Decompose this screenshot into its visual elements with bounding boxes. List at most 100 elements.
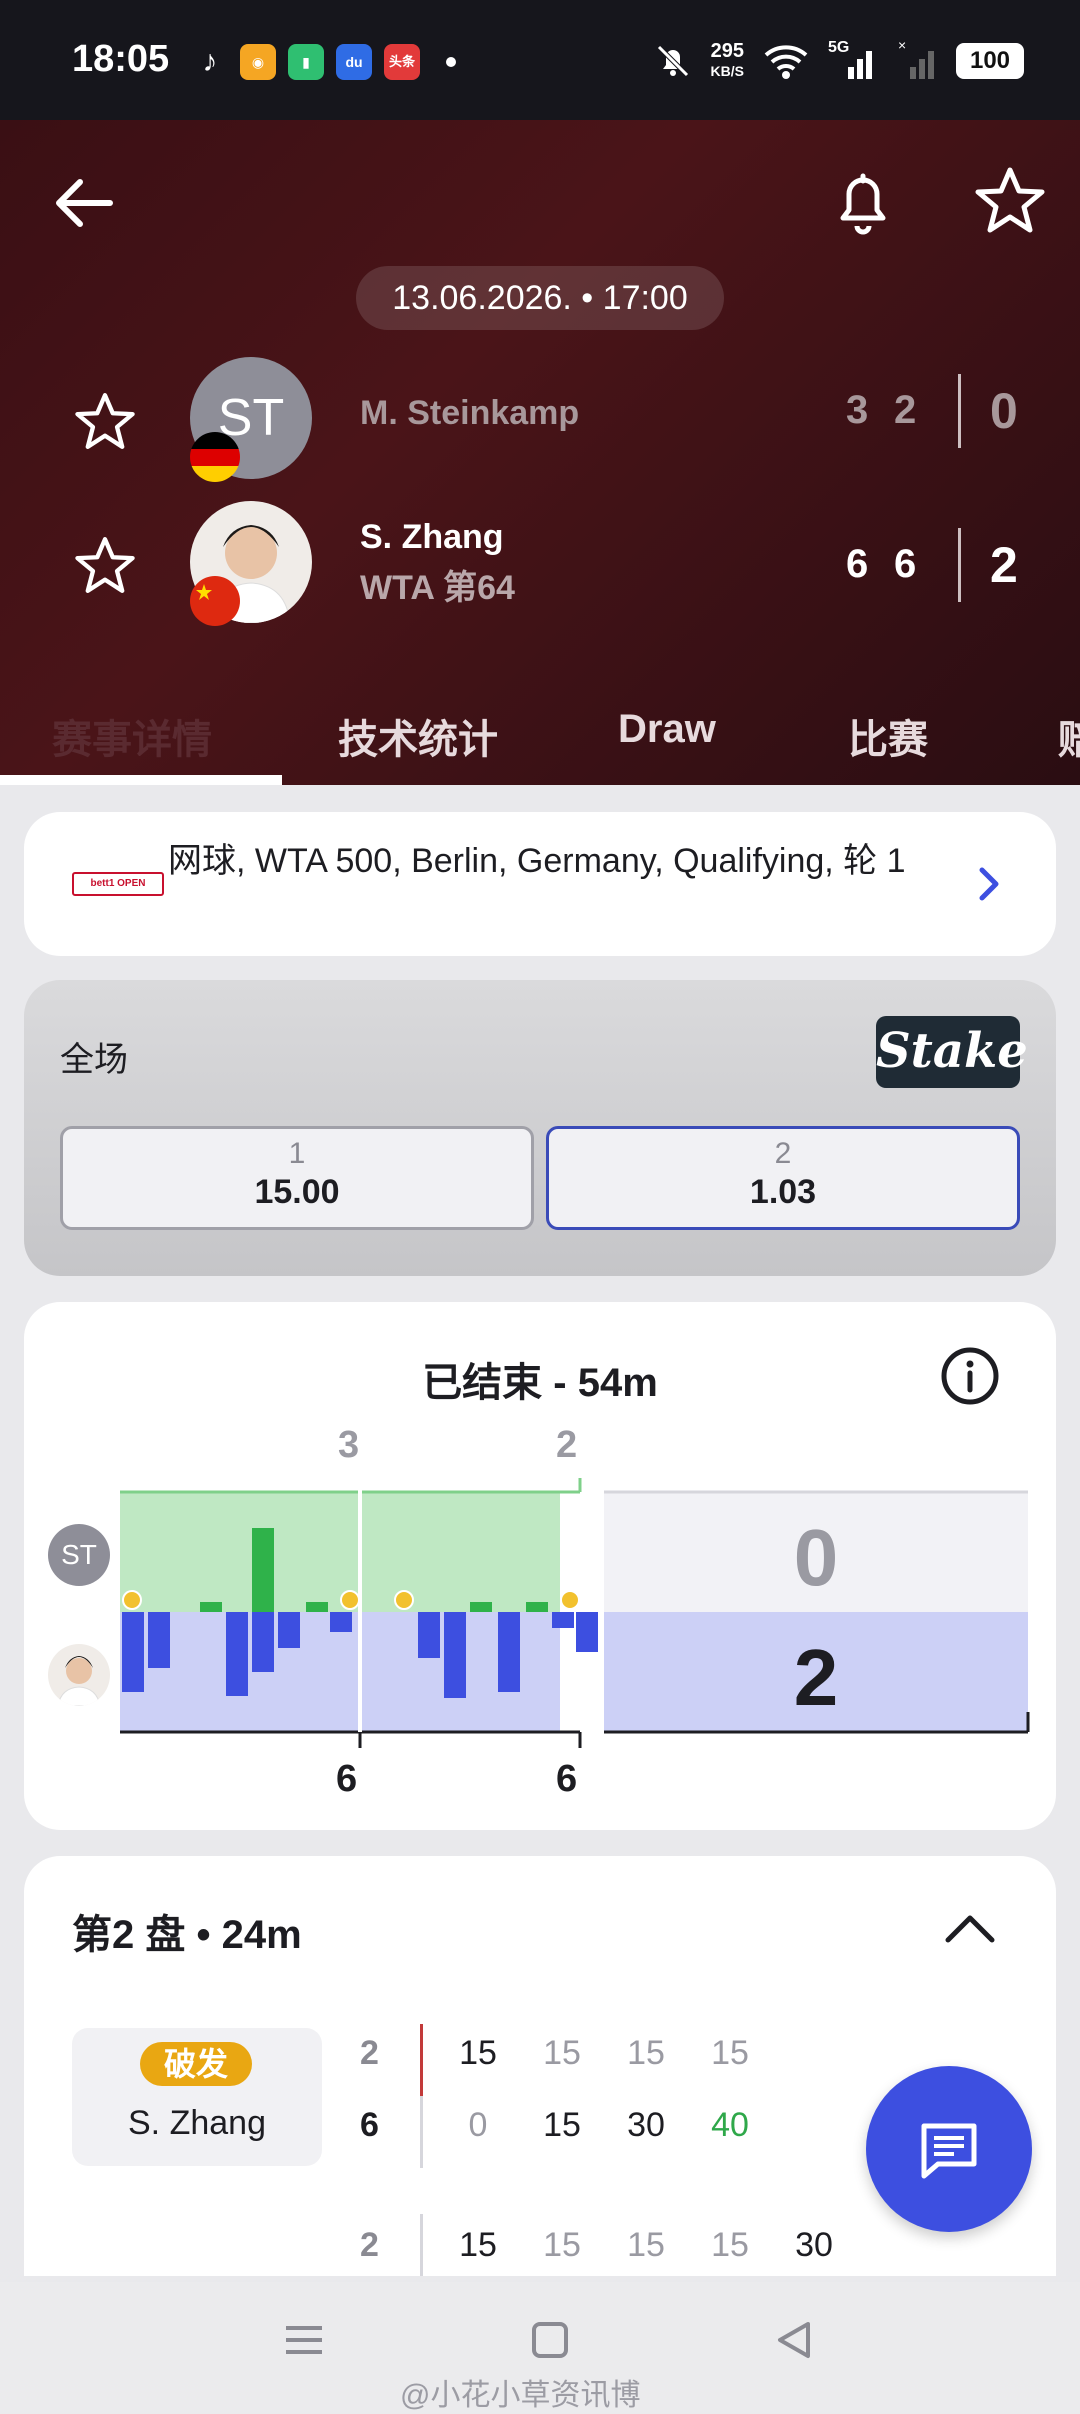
break-marker-icon <box>560 1590 580 1610</box>
momentum-bar <box>306 1602 328 1612</box>
more-dot-icon <box>446 57 456 67</box>
momentum-bar <box>418 1612 440 1658</box>
net-speed: 295 KB/S <box>710 40 744 79</box>
bookmaker-logo[interactable]: Stake <box>876 1016 1028 1088</box>
set1-player2-score: 6 <box>336 1758 358 1800</box>
status-bar: 18:05 ♪ ◉ ▮ du 头条 295 KB/S 5G × 100 <box>0 0 1080 120</box>
point-score: 15 <box>459 2034 497 2072</box>
break-marker-icon <box>340 1590 360 1610</box>
home-icon[interactable] <box>528 2318 572 2362</box>
chevron-right-icon <box>979 867 999 901</box>
tab-odds[interactable]: 赔 <box>1058 707 1080 765</box>
set2-player2-score: 6 <box>556 1758 578 1800</box>
tab-draw[interactable]: Draw <box>618 707 716 752</box>
odd-option-1[interactable]: 1 15.00 <box>60 1126 534 1230</box>
momentum-bar <box>552 1612 574 1628</box>
player1-sets-won: 0 <box>793 1513 839 1602</box>
momentum-bar <box>470 1602 492 1612</box>
momentum-bar <box>226 1612 248 1696</box>
momentum-bar <box>330 1612 352 1632</box>
player2-set2-games: 6 <box>894 542 917 586</box>
game-score-top: 2 <box>360 2226 379 2264</box>
mute-bell-icon <box>656 45 689 77</box>
point-bar <box>420 2214 423 2276</box>
tab-details[interactable]: 赛事详情 <box>52 707 212 765</box>
player1-sets: 0 <box>990 383 1018 439</box>
momentum-bar <box>444 1612 466 1698</box>
chevron-up-icon[interactable] <box>942 1908 998 1948</box>
player2-sets: 2 <box>990 537 1018 593</box>
player1-zone <box>120 1492 560 1612</box>
competition-text: 网球, WTA 500, Berlin, Germany, Qualifying… <box>168 842 906 880</box>
tab-matches[interactable]: 比赛 <box>848 707 928 765</box>
set2-player1-score: 2 <box>556 1424 578 1466</box>
point-bar <box>420 2024 423 2096</box>
player1-set2-games: 2 <box>894 388 917 432</box>
star-icon[interactable] <box>74 534 136 596</box>
point-bar <box>420 2096 423 2168</box>
match-header: 13.06.2026. • 17:00 ST M. Steinkamp 3 2 … <box>0 120 1080 785</box>
player2-name[interactable]: S. Zhang <box>360 518 504 557</box>
clock: 18:05 <box>72 38 170 80</box>
point-score: 15 <box>711 2226 749 2264</box>
back-triangle-icon[interactable] <box>772 2318 816 2362</box>
odd-option-2[interactable]: 2 1.03 <box>546 1126 1020 1230</box>
point-score: 15 <box>543 2226 581 2264</box>
point-score: 15 <box>627 2226 665 2264</box>
point-score: 15 <box>459 2226 497 2264</box>
tiktok-icon: ♪ <box>192 44 228 80</box>
point-score: 0 <box>468 2106 488 2144</box>
game-score-top: 2 <box>360 2034 379 2072</box>
point-score: 30 <box>795 2226 833 2264</box>
weibo-icon: ◉ <box>240 44 276 80</box>
game-score-bottom: 6 <box>360 2106 379 2144</box>
point-score: 15 <box>543 2034 581 2072</box>
arrow-left-icon[interactable] <box>50 168 120 238</box>
tab-statistics[interactable]: 技术统计 <box>338 707 498 765</box>
point-score: 40 <box>711 2106 749 2144</box>
player2-set1-games: 6 <box>846 542 869 586</box>
menu-icon[interactable] <box>282 2318 326 2362</box>
player2-rank: WTA 第64 <box>360 569 515 607</box>
point-score: 30 <box>627 2106 665 2144</box>
tournament-logo: bett1 OPEN <box>72 872 164 896</box>
break-marker-icon <box>122 1590 142 1610</box>
momentum-bar <box>252 1612 274 1672</box>
score-divider <box>958 528 961 602</box>
server-name: S. Zhang <box>128 2104 266 2142</box>
odds-card: 全场 Stake 1 15.00 2 1.03 <box>24 980 1056 1276</box>
point-score: 15 <box>711 2034 749 2072</box>
competition-link[interactable]: bett1 OPEN 网球, WTA 500, Berlin, Germany,… <box>24 812 1056 956</box>
score-divider <box>958 374 961 448</box>
momentum-bar <box>200 1602 222 1612</box>
signal-icon: × <box>898 37 938 81</box>
wifi-icon <box>764 45 808 79</box>
momentum-bar <box>498 1612 520 1692</box>
battery-indicator: 100 <box>956 43 1024 79</box>
point-score: 15 <box>627 2034 665 2072</box>
break-badge: 破发 <box>140 2042 252 2086</box>
odds-title: 全场 <box>60 1041 128 1079</box>
active-tab-indicator <box>0 775 282 785</box>
momentum-bar <box>252 1528 274 1612</box>
bell-icon[interactable] <box>830 166 896 238</box>
momentum-bar <box>122 1612 144 1692</box>
chat-icon <box>921 2123 977 2179</box>
battery-app-icon: ▮ <box>288 44 324 80</box>
watermark: @小花小草资讯博 <box>400 2379 641 2412</box>
player2-sets-won: 2 <box>793 1633 839 1722</box>
set-title: 第2 盘 • 24m <box>72 1913 302 1957</box>
game-summary: 破发 S. Zhang <box>72 2028 322 2166</box>
signal-5g-icon: 5G <box>828 39 880 81</box>
momentum-bar <box>148 1612 170 1668</box>
point-score: 15 <box>543 2106 581 2144</box>
star-icon[interactable] <box>974 164 1046 236</box>
star-icon[interactable] <box>74 390 136 452</box>
player1-name[interactable]: M. Steinkamp <box>360 394 579 433</box>
tab-bar: 赛事详情 技术统计 Draw 比赛 赔 <box>0 685 1080 785</box>
momentum-card: 已结束 - 54m ST 3 2 6 6 0 2 <box>24 1302 1056 1830</box>
set1-player1-score: 3 <box>338 1424 360 1466</box>
baidu-icon: du <box>336 44 372 80</box>
germany-flag-icon <box>190 432 240 482</box>
chat-button[interactable] <box>866 2066 1032 2232</box>
